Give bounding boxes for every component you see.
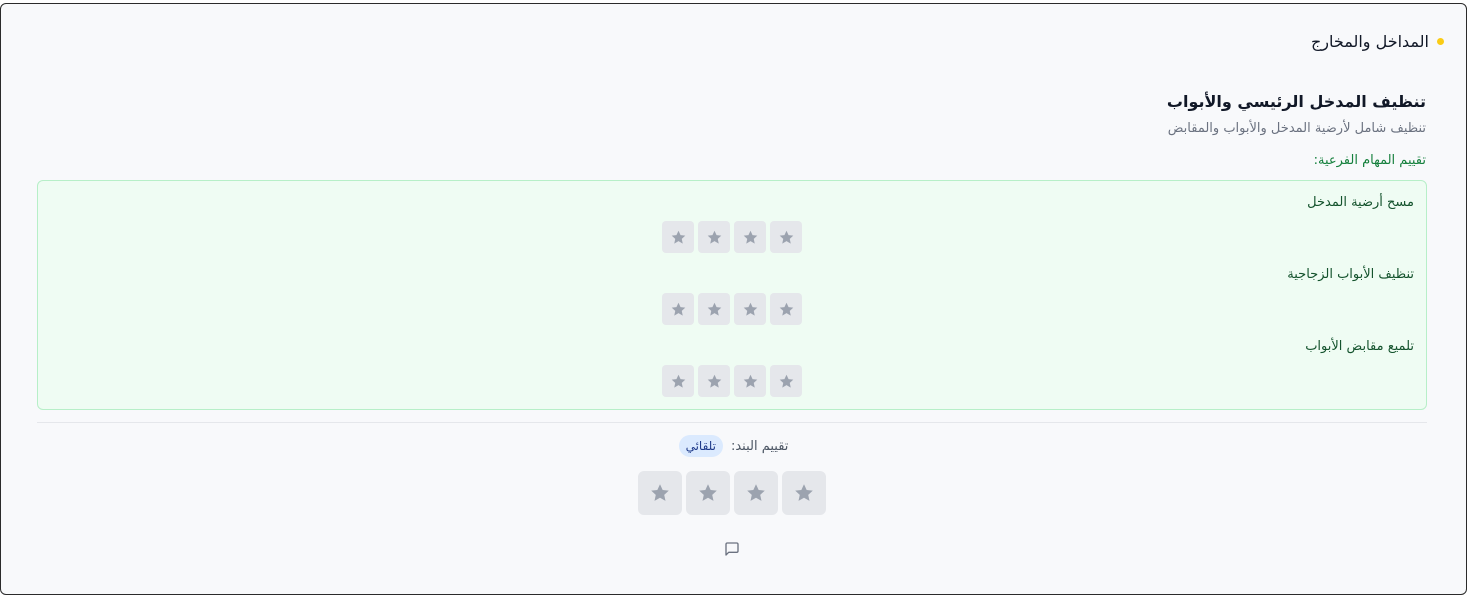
star-rating-button[interactable] bbox=[698, 293, 730, 325]
star-icon bbox=[671, 302, 685, 316]
checklist-card: المداخل والمخارج تنظيف المدخل الرئيسي وا… bbox=[0, 3, 1467, 595]
star-rating-button[interactable] bbox=[734, 221, 766, 253]
star-icon bbox=[743, 302, 757, 316]
section-title: المداخل والمخارج bbox=[1310, 32, 1429, 51]
star-icon bbox=[779, 302, 793, 316]
subtasks-panel: مسح أرضية المدخل تنظيف الأبواب الزجاجية … bbox=[37, 180, 1427, 410]
star-icon bbox=[671, 230, 685, 244]
star-rating-button[interactable] bbox=[662, 365, 694, 397]
star-rating-button[interactable] bbox=[698, 365, 730, 397]
comment-button[interactable] bbox=[723, 540, 741, 558]
overall-star-rating bbox=[638, 471, 826, 515]
star-rating-button[interactable] bbox=[734, 471, 778, 515]
subtask-star-rating bbox=[662, 365, 802, 397]
item-description: تنظيف شامل لأرضية المدخل والأبواب والمقا… bbox=[1167, 121, 1426, 136]
star-rating-button[interactable] bbox=[698, 221, 730, 253]
star-icon bbox=[707, 374, 721, 388]
subtask-name: مسح أرضية المدخل bbox=[1307, 195, 1414, 210]
star-rating-button[interactable] bbox=[770, 365, 802, 397]
star-icon bbox=[779, 230, 793, 244]
overall-rating-label: تقييم البند: bbox=[730, 438, 789, 454]
item-title: تنظيف المدخل الرئيسي والأبواب bbox=[1166, 92, 1426, 111]
star-icon bbox=[747, 484, 765, 501]
subtask-row: تلميع مقابض الأبواب bbox=[38, 325, 1426, 397]
section-header: المداخل والمخارج bbox=[1311, 32, 1444, 51]
star-icon bbox=[795, 484, 813, 501]
comment-icon bbox=[725, 542, 739, 556]
star-rating-button[interactable] bbox=[782, 471, 826, 515]
star-icon bbox=[651, 484, 669, 501]
subtask-row: تنظيف الأبواب الزجاجية bbox=[38, 253, 1426, 325]
section-status-dot bbox=[1437, 38, 1444, 45]
auto-badge: تلقائي bbox=[678, 435, 723, 457]
star-rating-button[interactable] bbox=[662, 221, 694, 253]
subtasks-label: تقييم المهام الفرعية: bbox=[1313, 153, 1426, 168]
star-icon bbox=[707, 302, 721, 316]
star-rating-button[interactable] bbox=[770, 293, 802, 325]
star-rating-button[interactable] bbox=[686, 471, 730, 515]
star-rating-button[interactable] bbox=[662, 293, 694, 325]
star-rating-button[interactable] bbox=[638, 471, 682, 515]
star-icon bbox=[743, 230, 757, 244]
star-rating-button[interactable] bbox=[734, 365, 766, 397]
subtask-row: مسح أرضية المدخل bbox=[38, 181, 1426, 253]
subtask-star-rating bbox=[662, 293, 802, 325]
subtask-name: تنظيف الأبواب الزجاجية bbox=[1287, 267, 1414, 282]
star-icon bbox=[671, 374, 685, 388]
divider bbox=[37, 422, 1427, 423]
star-icon bbox=[779, 374, 793, 388]
overall-rating-header: تقييم البند: تلقائي bbox=[1, 435, 1466, 457]
star-icon bbox=[743, 374, 757, 388]
subtask-star-rating bbox=[662, 221, 802, 253]
star-icon bbox=[699, 484, 717, 501]
subtask-name: تلميع مقابض الأبواب bbox=[1305, 339, 1414, 354]
star-rating-button[interactable] bbox=[770, 221, 802, 253]
star-icon bbox=[707, 230, 721, 244]
star-rating-button[interactable] bbox=[734, 293, 766, 325]
